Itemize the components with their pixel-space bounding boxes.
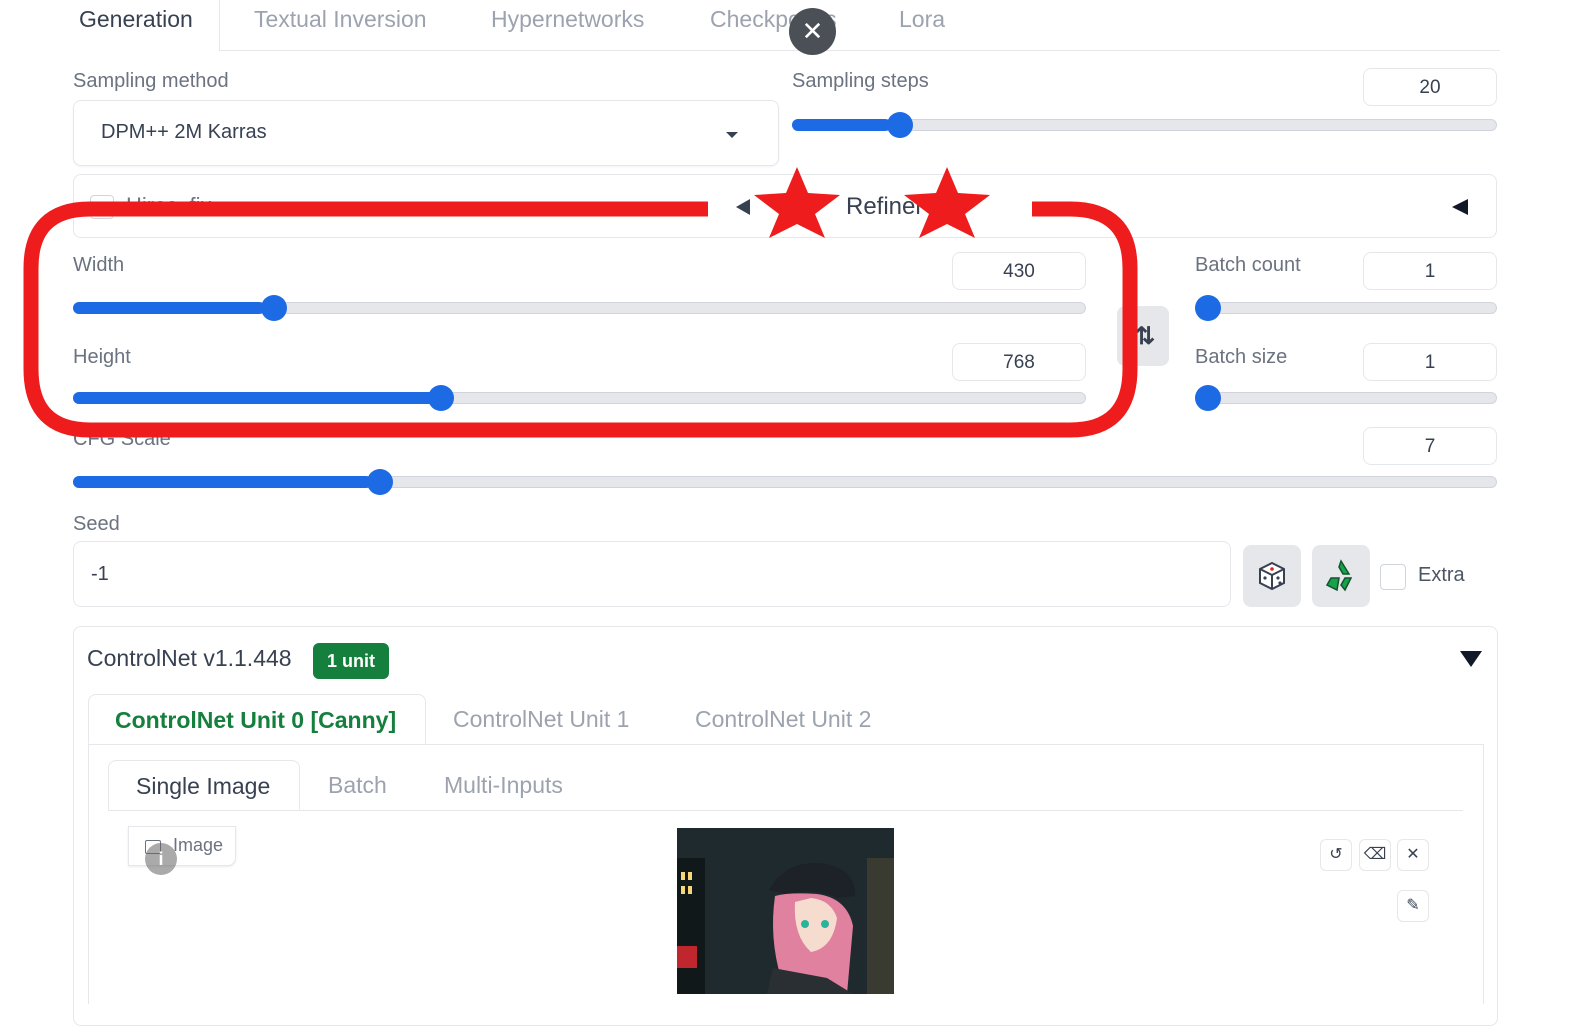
star-icon [754, 167, 840, 238]
close-icon[interactable]: ✕ [789, 8, 836, 55]
star-icon [904, 167, 990, 238]
annotation-overlay [23, 167, 1138, 438]
